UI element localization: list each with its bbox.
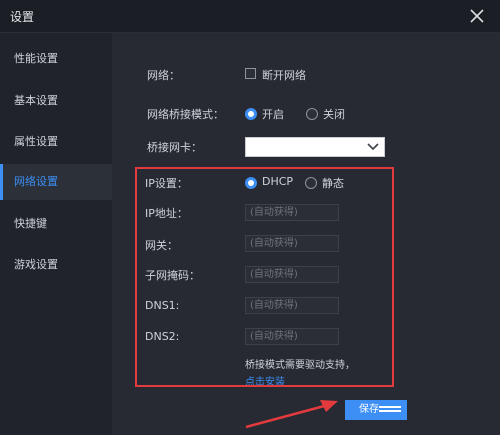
sidebar-item-label: 属性设置 [14, 135, 58, 148]
sidebar-item-game[interactable]: 游戏设置 [0, 247, 112, 283]
sidebar-item-properties[interactable]: 属性设置 [0, 124, 112, 160]
subnet-mask-label: 子网掩码： [145, 269, 200, 282]
dns1-input[interactable]: (自动获得) [245, 297, 339, 314]
bridge-on-label: 开启 [262, 108, 284, 121]
ip-dhcp-radio[interactable] [245, 177, 257, 189]
dns1-label: DNS1: [145, 299, 180, 312]
ip-address-input[interactable]: (自动获得) [245, 204, 339, 221]
title-bar: 设置 [0, 0, 500, 33]
gateway-label: 网关： [145, 239, 178, 252]
bridge-off-label: 关闭 [323, 108, 345, 121]
close-icon[interactable] [468, 7, 486, 25]
dns2-label: DNS2: [145, 330, 180, 343]
sidebar-item-label: 性能设置 [14, 52, 58, 65]
ip-setting-label: IP设置： [145, 177, 188, 190]
subnet-mask-input[interactable]: (自动获得) [245, 266, 339, 283]
sidebar: 性能设置 基本设置 属性设置 网络设置 快捷键 游戏设置 [0, 33, 112, 435]
loading-bars-icon [379, 406, 401, 412]
sidebar-item-performance[interactable]: 性能设置 [0, 41, 112, 77]
disconnect-network-label: 断开网络 [262, 69, 306, 82]
sidebar-item-shortcuts[interactable]: 快捷键 [0, 206, 112, 242]
sidebar-item-label: 游戏设置 [14, 258, 58, 271]
bridge-nic-select[interactable] [245, 137, 385, 157]
sidebar-item-label: 基本设置 [14, 94, 58, 107]
bridge-mode-label: 网络桥接模式： [147, 108, 224, 121]
install-driver-link[interactable]: 点击安装 [245, 373, 285, 388]
network-label: 网络： [147, 69, 180, 82]
sidebar-item-network[interactable]: 网络设置 [0, 164, 112, 200]
sidebar-item-basic[interactable]: 基本设置 [0, 83, 112, 119]
ip-static-label: 静态 [322, 177, 344, 190]
driver-note: 桥接模式需要驱动支持， [245, 360, 355, 371]
disconnect-network-checkbox[interactable] [245, 68, 256, 79]
chevron-down-icon [367, 142, 379, 152]
ip-dhcp-label: DHCP [262, 175, 294, 188]
save-button-label: 保存 [359, 404, 379, 415]
sidebar-item-label: 快捷键 [14, 217, 47, 230]
bridge-nic-label: 桥接网卡： [147, 141, 202, 154]
bridge-on-radio[interactable] [245, 108, 257, 120]
sidebar-item-label: 网络设置 [14, 175, 58, 188]
ip-static-radio[interactable] [305, 177, 317, 189]
bridge-off-radio[interactable] [306, 108, 318, 120]
window-title: 设置 [10, 10, 35, 24]
network-settings-panel [112, 33, 500, 435]
save-button[interactable]: 保存 [345, 400, 407, 420]
dns2-input[interactable]: (自动获得) [245, 328, 339, 345]
ip-address-label: IP地址： [145, 207, 188, 220]
gateway-input[interactable]: (自动获得) [245, 235, 339, 252]
